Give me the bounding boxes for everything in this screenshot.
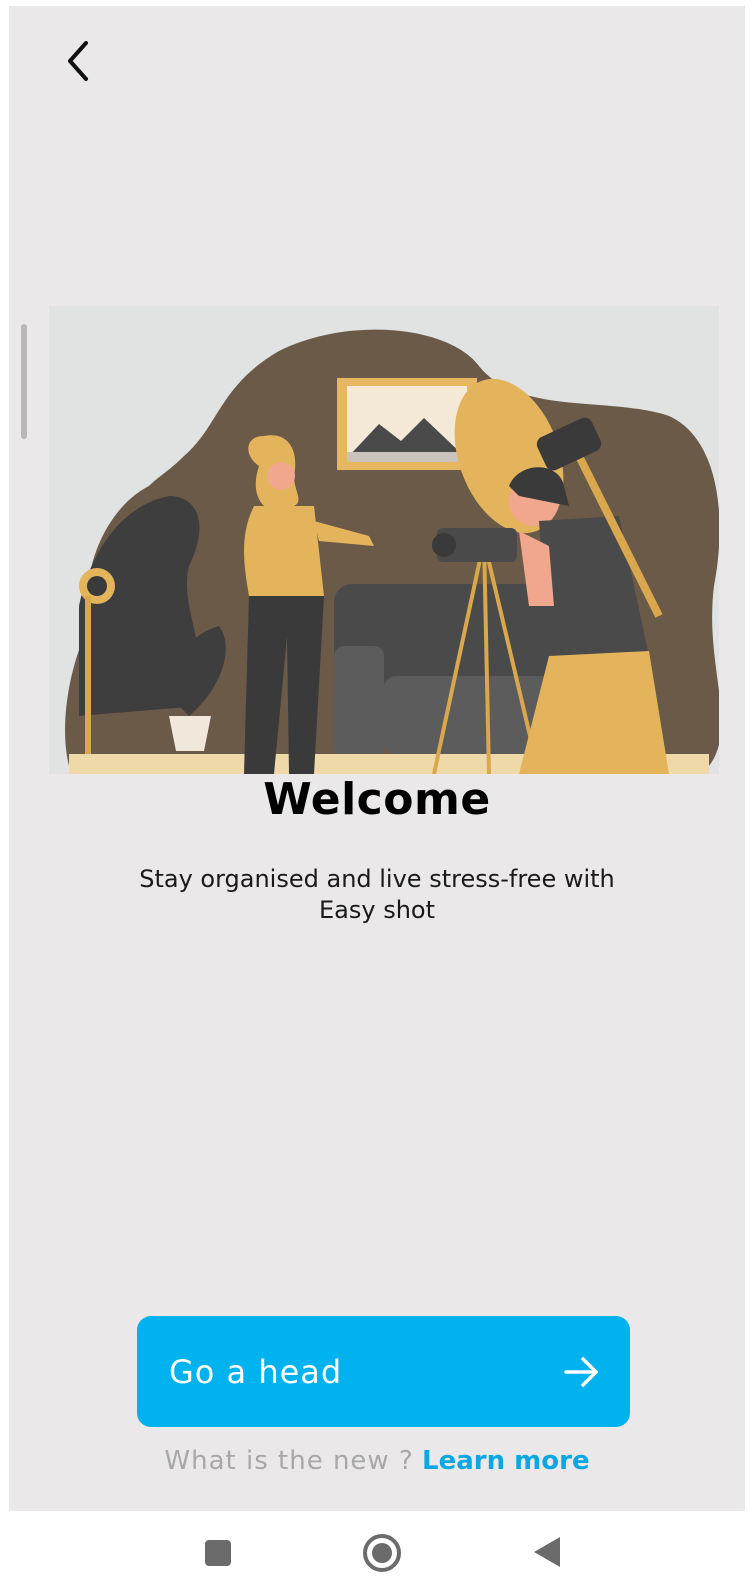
chevron-left-icon xyxy=(68,41,88,81)
triangle-back-icon xyxy=(534,1537,560,1567)
arrow-right-icon xyxy=(564,1356,598,1387)
nav-back-button[interactable] xyxy=(532,1535,562,1573)
learn-more-row: What is the new ? Learn more xyxy=(9,1446,745,1476)
welcome-subtitle: Stay organised and live stress-free with… xyxy=(139,865,615,924)
page-title: Welcome xyxy=(263,774,491,825)
photographer-illustration xyxy=(49,306,719,774)
circle-icon xyxy=(363,1534,401,1572)
learn-more-link[interactable]: Learn more xyxy=(422,1446,590,1476)
learn-more-prefix: What is the new ? xyxy=(164,1446,414,1476)
back-button[interactable] xyxy=(59,36,99,86)
nav-recents-button[interactable] xyxy=(204,1539,232,1571)
go-ahead-button[interactable]: Go a head xyxy=(137,1316,630,1427)
nav-home-button[interactable] xyxy=(362,1533,402,1577)
go-ahead-label: Go a head xyxy=(169,1352,343,1391)
scroll-indicator[interactable] xyxy=(21,324,27,439)
square-icon xyxy=(205,1540,231,1566)
onboarding-screen: Welcome Stay organised and live stress-f… xyxy=(9,6,745,1511)
system-nav-bar xyxy=(0,1511,754,1592)
